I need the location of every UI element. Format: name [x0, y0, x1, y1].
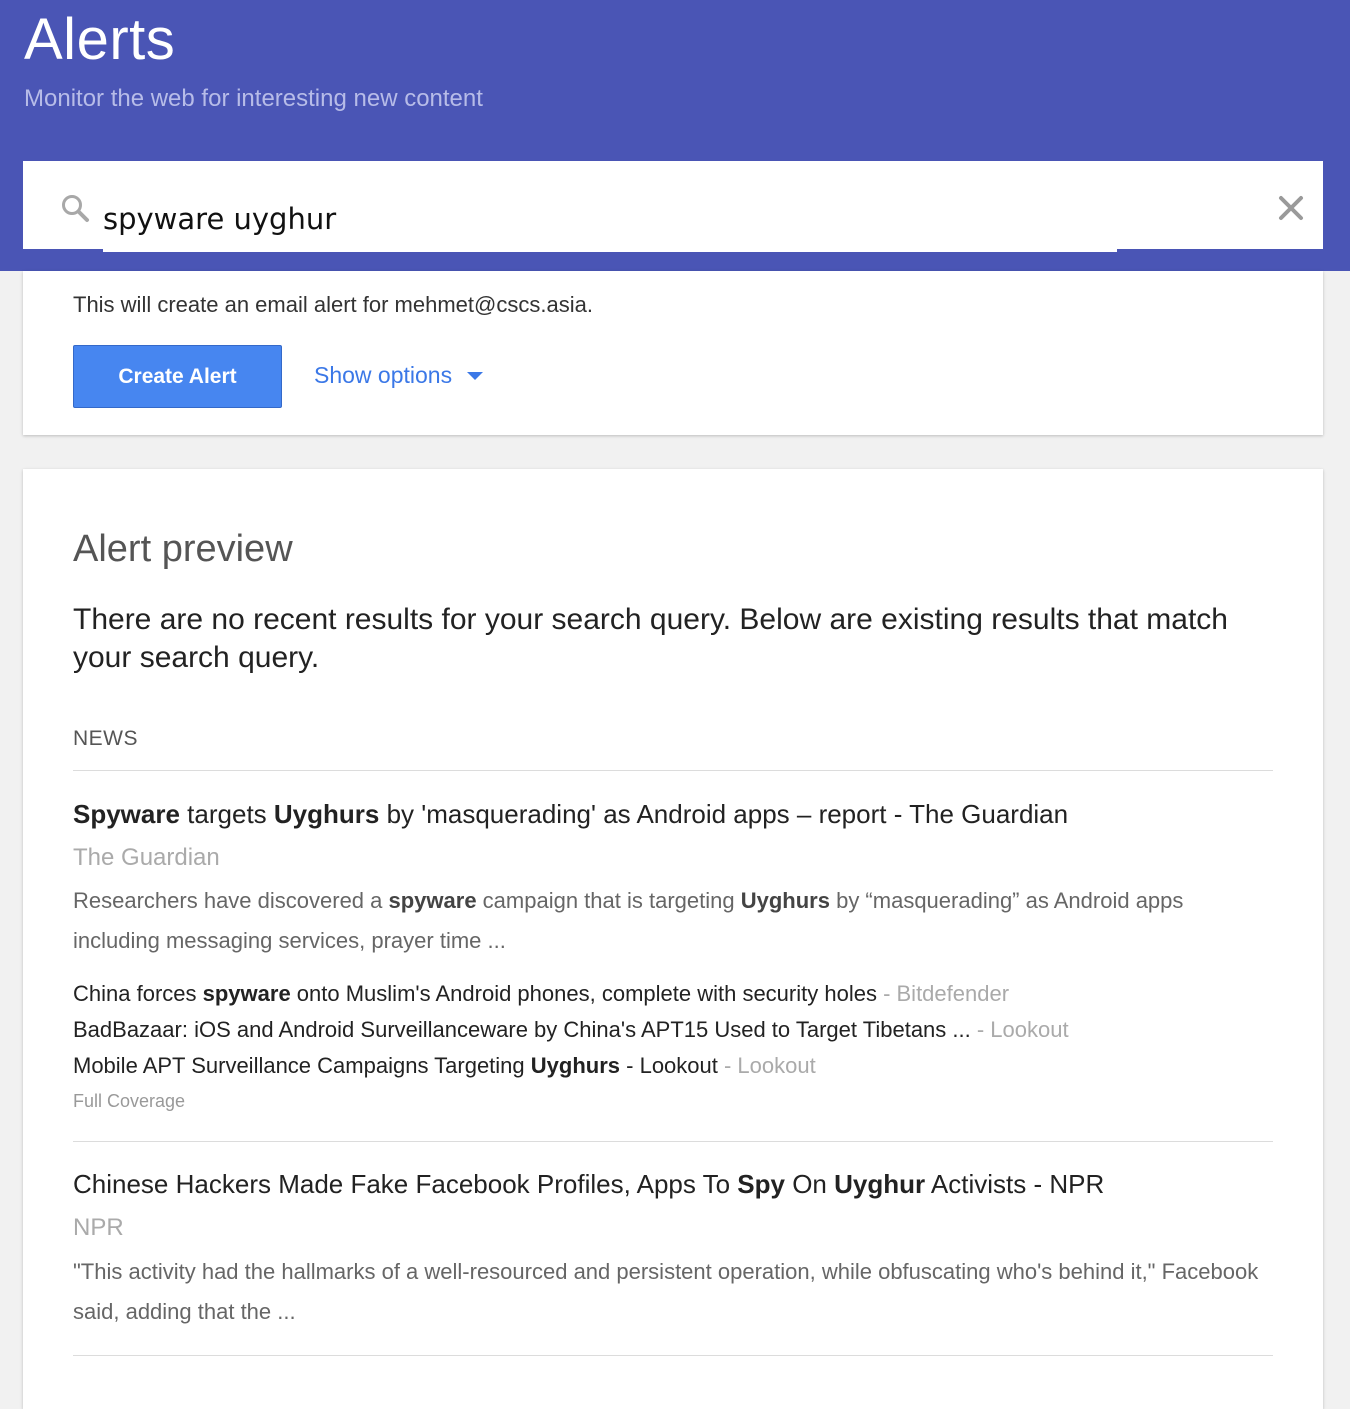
highlighted-term: Uyghur [834, 1169, 926, 1199]
related-article-title: Mobile APT Surveillance Campaigns Target… [73, 1053, 718, 1078]
result-source: NPR [73, 1214, 124, 1241]
highlighted-term: Spy [737, 1169, 785, 1199]
text-segment: Activists - NPR [925, 1169, 1105, 1199]
page-subtitle: Monitor the web for interesting new cont… [24, 85, 483, 112]
text-segment: by 'masquerading' as Android apps – repo… [379, 799, 1069, 829]
search-input[interactable] [103, 186, 1117, 252]
related-article[interactable]: BadBazaar: iOS and Android Surveillancew… [73, 1017, 1069, 1043]
text-segment: Chinese Hackers Made Fake Facebook Profi… [73, 1169, 738, 1199]
email-note: This will create an email alert for mehm… [73, 292, 593, 317]
result-snippet: Researchers have discovered a spyware ca… [73, 881, 1273, 961]
search-icon [60, 193, 92, 225]
page-title: Alerts [24, 7, 176, 72]
section-label-news: NEWS [73, 727, 138, 750]
result-title[interactable]: Chinese Hackers Made Fake Facebook Profi… [73, 1169, 1104, 1200]
text-segment: "This activity had the hallmarks of a we… [73, 1259, 1259, 1324]
text-segment: On [784, 1169, 835, 1199]
text-segment: onto Muslim's Android phones, complete w… [290, 981, 877, 1006]
show-options-link[interactable]: Show options [314, 362, 484, 389]
highlighted-term: spyware [388, 888, 477, 913]
divider [73, 1355, 1273, 1356]
related-article-title: BadBazaar: iOS and Android Surveillancew… [73, 1017, 971, 1042]
text-segment: campaign that is targeting [476, 888, 741, 913]
related-article[interactable]: China forces spyware onto Muslim's Andro… [73, 981, 1009, 1007]
full-coverage-link[interactable]: Full Coverage [73, 1091, 185, 1112]
related-article-title: China forces spyware onto Muslim's Andro… [73, 981, 877, 1006]
caret-down-icon [467, 371, 484, 380]
preview-title: Alert preview [73, 528, 293, 570]
highlighted-term: spyware [202, 981, 291, 1006]
text-segment: - Lookout [620, 1053, 718, 1078]
text-segment: BadBazaar: iOS and Android Surveillancew… [73, 1017, 971, 1042]
text-segment: Researchers have discovered a [73, 888, 389, 913]
highlighted-term: Uyghurs [530, 1053, 621, 1078]
show-options-label: Show options [314, 362, 453, 388]
result-source: The Guardian [73, 844, 220, 871]
divider [73, 770, 1273, 771]
preview-message: There are no recent results for your sea… [73, 603, 1228, 674]
text-segment: Mobile APT Surveillance Campaigns Target… [73, 1053, 531, 1078]
text-segment: targets [179, 799, 274, 829]
related-article[interactable]: Mobile APT Surveillance Campaigns Target… [73, 1053, 816, 1079]
text-segment: China forces [73, 981, 203, 1006]
divider [73, 1141, 1273, 1142]
highlighted-term: Uyghurs [740, 888, 830, 913]
create-alert-button[interactable]: Create Alert [73, 345, 282, 408]
result-snippet: "This activity had the hallmarks of a we… [73, 1252, 1273, 1332]
related-article-source: - Bitdefender [876, 981, 1010, 1006]
result-title[interactable]: Spyware targets Uyghurs by 'masquerading… [73, 799, 1068, 830]
related-article-source: - Lookout [717, 1053, 816, 1078]
highlighted-term: Uyghurs [273, 799, 380, 829]
close-icon[interactable] [1276, 193, 1306, 223]
related-article-source: - Lookout [970, 1017, 1069, 1042]
highlighted-term: Spyware [73, 799, 180, 829]
